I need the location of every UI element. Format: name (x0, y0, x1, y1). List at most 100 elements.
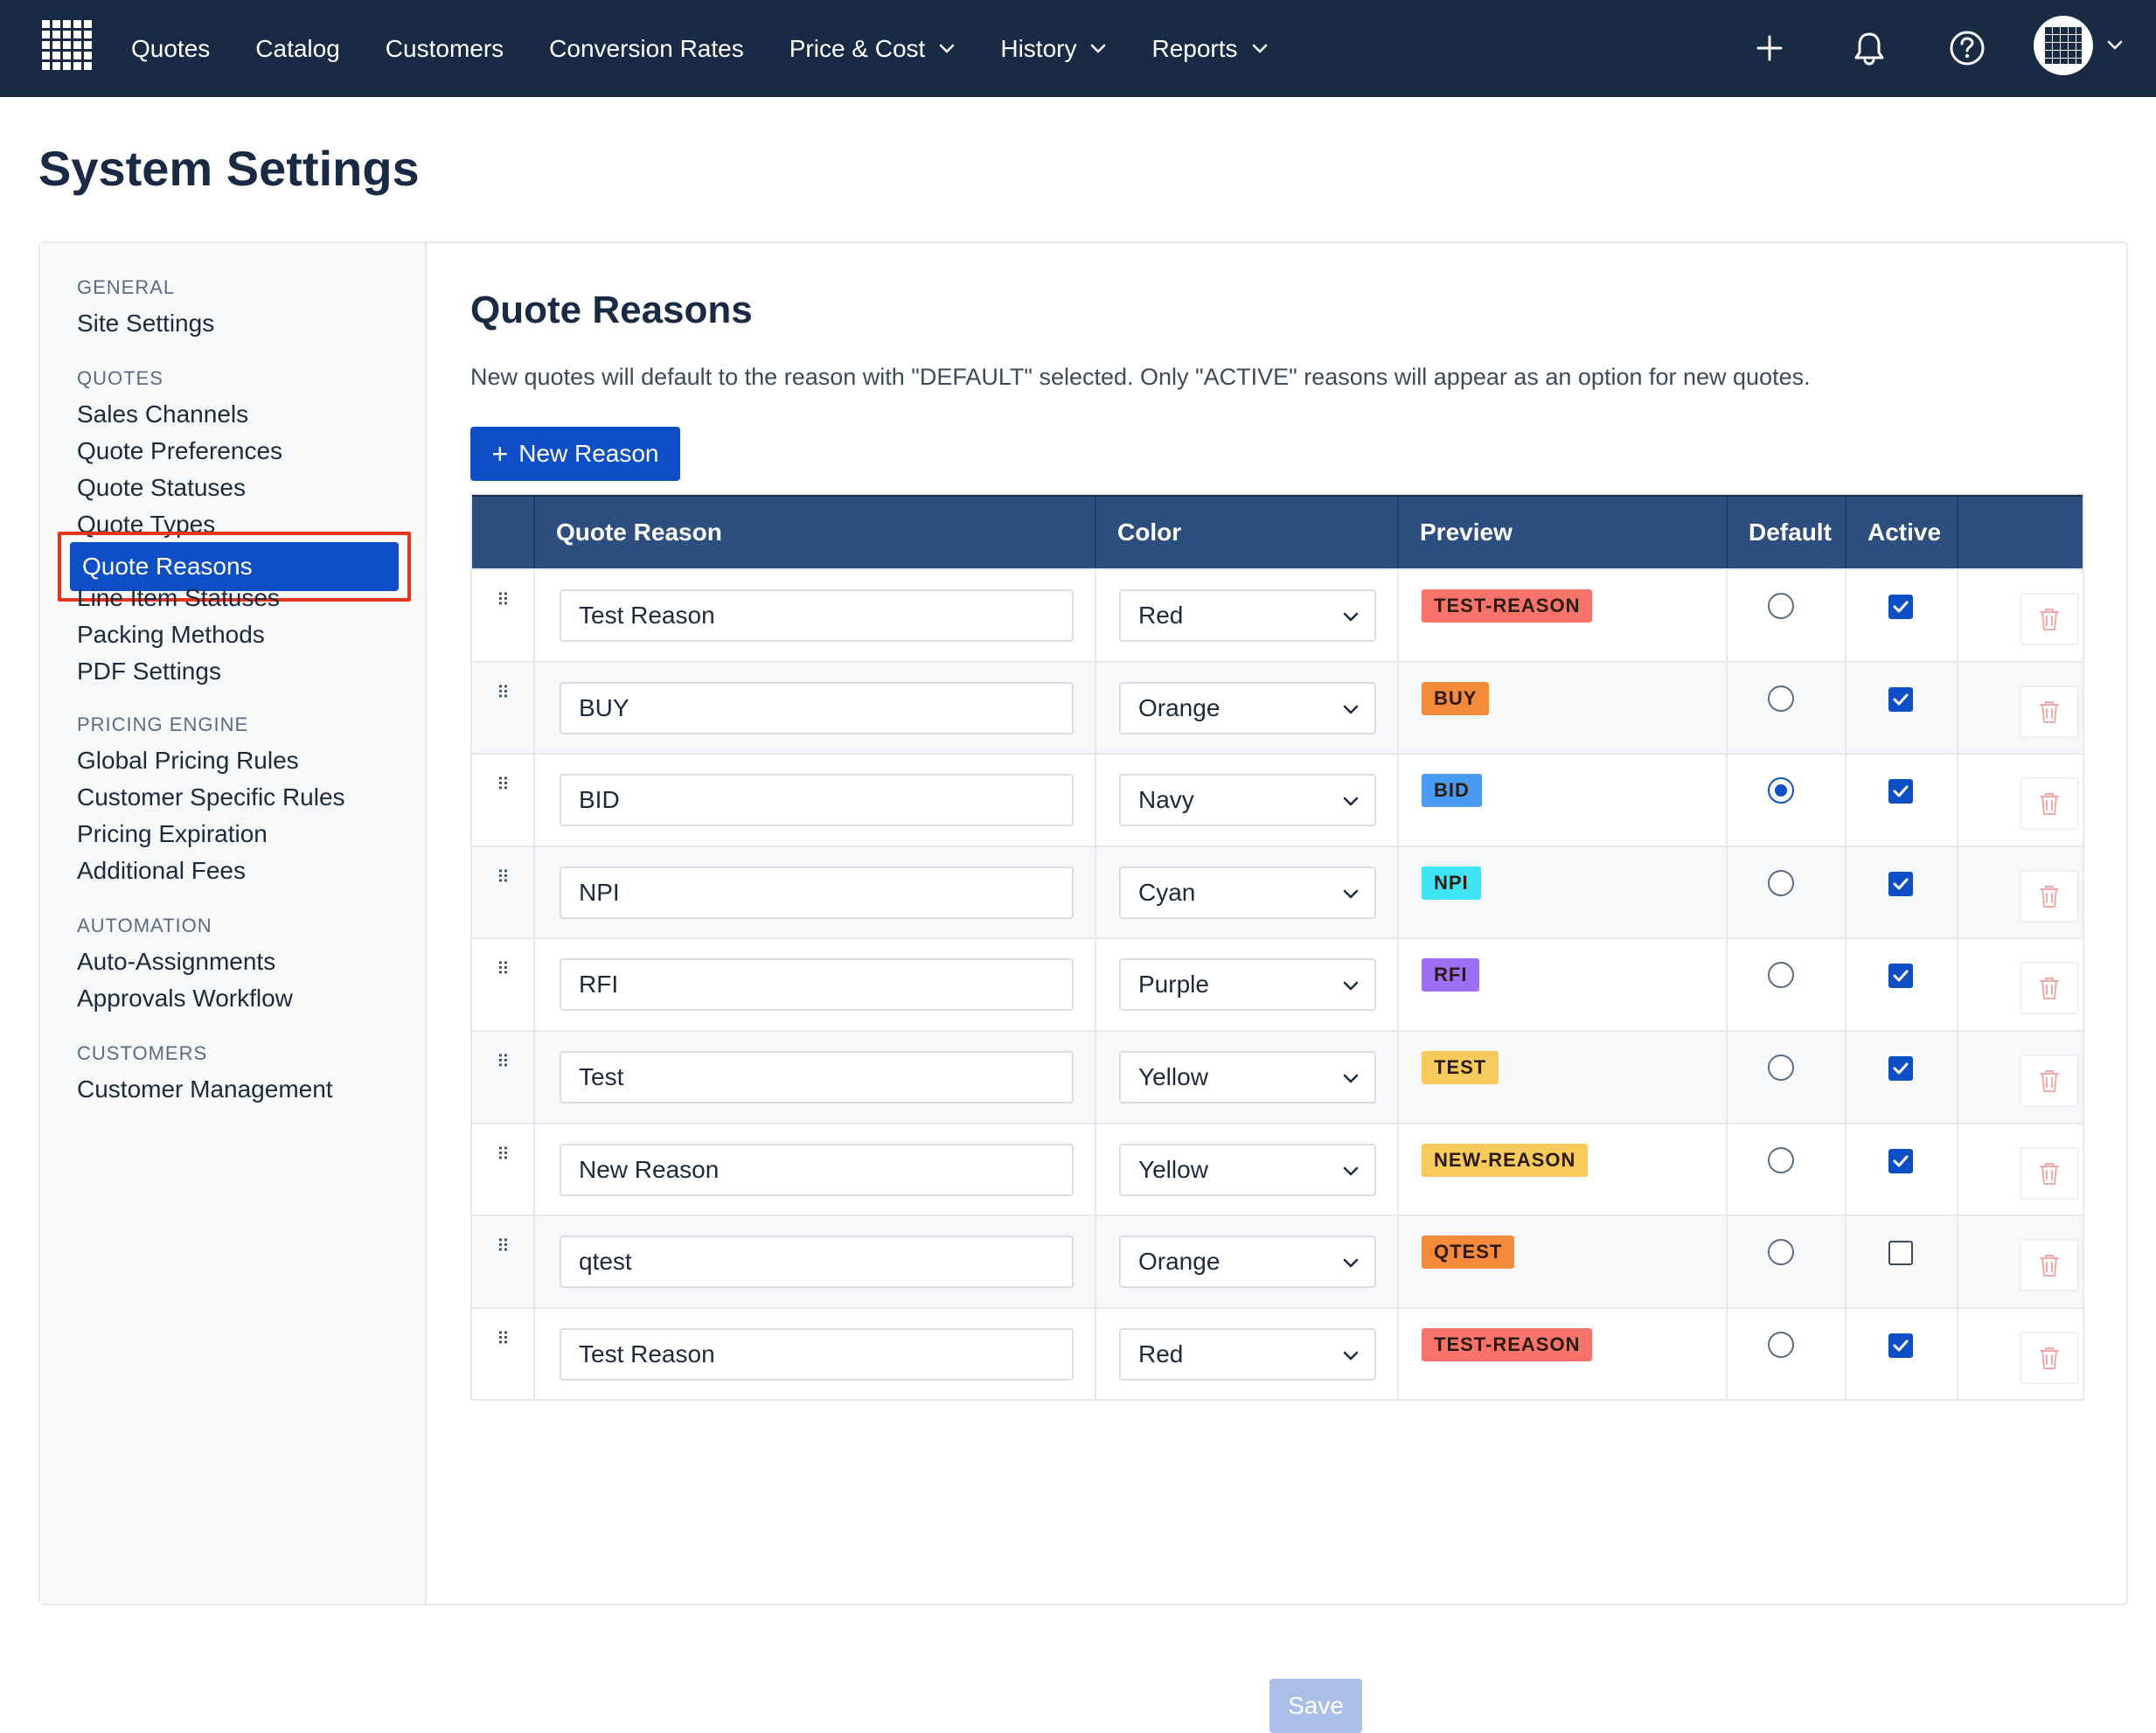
quote-reason-input[interactable]: Test Reason (560, 589, 1074, 642)
default-radio[interactable] (1768, 685, 1794, 712)
quote-reason-input[interactable]: qtest (560, 1235, 1074, 1289)
table-row: ⠿ Test Reason Red TEST-REASON (472, 1306, 2083, 1400)
avatar[interactable] (2034, 16, 2093, 75)
quote-reason-input[interactable]: New Reason (560, 1143, 1074, 1196)
sidebar-item-sales-channels[interactable]: Sales Channels (77, 400, 248, 428)
chevron-down-icon[interactable] (2107, 40, 2123, 51)
bell-icon[interactable] (1847, 25, 1892, 71)
delete-button[interactable] (2020, 962, 2079, 1015)
chevron-down-icon (1343, 889, 1359, 899)
default-radio[interactable] (1768, 1146, 1794, 1173)
check-icon (1893, 970, 1909, 982)
active-checkbox[interactable] (1888, 1055, 1913, 1081)
color-select[interactable]: Cyan (1119, 866, 1376, 919)
sidebar-item-customer-management[interactable]: Customer Management (77, 1075, 333, 1103)
drag-handle-icon[interactable]: ⠿ (497, 592, 510, 609)
drag-handle-icon[interactable]: ⠿ (497, 961, 510, 978)
color-select-value: Navy (1138, 786, 1194, 814)
delete-button[interactable] (2020, 1146, 2079, 1200)
delete-button[interactable] (2020, 685, 2079, 738)
nav-item-quotes[interactable]: Quotes (131, 35, 210, 63)
drag-handle-icon[interactable]: ⠿ (497, 685, 510, 702)
table-row: ⠿ RFI Purple RFI (472, 937, 2083, 1030)
table-row: ⠿ BUY Orange BUY (472, 660, 2083, 754)
sidebar-item-customer-specific-rules[interactable]: Customer Specific Rules (77, 783, 345, 811)
color-select-value: Cyan (1138, 878, 1196, 906)
save-button[interactable]: Save (1269, 1679, 1362, 1733)
color-select-value: Red (1138, 1340, 1184, 1368)
color-select[interactable]: Purple (1119, 958, 1376, 1012)
sidebar-item-quote-statuses[interactable]: Quote Statuses (77, 474, 246, 502)
drag-handle-icon[interactable]: ⠿ (497, 1054, 510, 1071)
default-radio[interactable] (1768, 962, 1794, 989)
nav-item-price-cost[interactable]: Price & Cost (789, 35, 956, 63)
nav-item-catalog[interactable]: Catalog (255, 35, 340, 63)
main-menu: Quotes Catalog Customers Conversion Rates Pr… (131, 0, 1313, 97)
delete-button[interactable] (2020, 1331, 2079, 1384)
active-checkbox[interactable] (1888, 686, 1913, 712)
drag-handle-icon[interactable]: ⠿ (497, 1146, 510, 1164)
quote-reason-input[interactable]: BID (560, 774, 1074, 827)
default-radio[interactable] (1768, 1239, 1794, 1266)
sidebar-item-approvals-workflow[interactable]: Approvals Workflow (77, 985, 293, 1013)
quote-reason-input[interactable]: BUY (560, 681, 1074, 734)
color-select[interactable]: Orange (1119, 1235, 1376, 1289)
color-select[interactable]: Yellow (1119, 1143, 1376, 1196)
drag-handle-icon[interactable]: ⠿ (497, 776, 510, 794)
plus-icon[interactable] (1747, 25, 1792, 71)
active-checkbox[interactable] (1888, 779, 1913, 804)
sidebar-item-auto-assignments[interactable]: Auto-Assignments (77, 948, 275, 976)
active-checkbox[interactable] (1888, 1333, 1913, 1358)
quote-reason-input[interactable]: NPI (560, 866, 1074, 919)
new-reason-button[interactable]: + New Reason (470, 427, 680, 481)
sidebar-item-global-pricing-rules[interactable]: Global Pricing Rules (77, 747, 299, 775)
drag-handle-icon[interactable]: ⠿ (497, 869, 510, 887)
drag-handle-icon[interactable]: ⠿ (497, 1238, 510, 1256)
trash-icon (2040, 609, 2059, 630)
color-select[interactable]: Yellow (1119, 1050, 1376, 1103)
sidebar-item-additional-fees[interactable]: Additional Fees (77, 857, 246, 885)
default-radio[interactable] (1768, 1054, 1794, 1081)
nav-item-history[interactable]: History (1000, 35, 1106, 63)
delete-button[interactable] (2020, 1054, 2079, 1107)
table-header: Quote Reason Color Preview Default Activ… (472, 495, 2083, 568)
help-icon[interactable] (1944, 25, 1990, 71)
sidebar-section-title: CUSTOMERS (77, 1042, 208, 1064)
color-select[interactable]: Navy (1119, 774, 1376, 827)
sidebar-item-pricing-expiration[interactable]: Pricing Expiration (77, 820, 268, 848)
nav-item-reports[interactable]: Reports (1151, 35, 1267, 63)
default-radio[interactable] (1768, 1331, 1794, 1358)
quote-reason-input[interactable]: RFI (560, 958, 1074, 1012)
nav-item-customers[interactable]: Customers (386, 35, 504, 63)
table-row: ⠿ New Reason Yellow NEW-REASON (472, 1122, 2083, 1215)
default-radio[interactable] (1768, 777, 1794, 804)
table-row: ⠿ Test Yellow TEST (472, 1029, 2083, 1123)
quote-reason-input[interactable]: Test (560, 1050, 1074, 1103)
quote-reason-input[interactable]: Test Reason (560, 1327, 1074, 1381)
column-header-drag (472, 497, 535, 568)
delete-button[interactable] (2020, 777, 2079, 831)
nav-item-conversion-rates[interactable]: Conversion Rates (549, 35, 744, 63)
active-checkbox[interactable] (1888, 871, 1913, 896)
delete-button[interactable] (2020, 869, 2079, 922)
delete-button[interactable] (2020, 593, 2079, 645)
default-radio[interactable] (1768, 593, 1794, 619)
active-checkbox[interactable] (1888, 964, 1913, 989)
active-checkbox[interactable] (1888, 595, 1913, 619)
active-checkbox[interactable] (1888, 1148, 1913, 1173)
sidebar-item-line-item-statuses[interactable]: Line Item Statuses (77, 584, 280, 612)
color-select[interactable]: Red (1119, 589, 1376, 642)
drag-handle-icon[interactable]: ⠿ (497, 1331, 510, 1348)
default-radio[interactable] (1768, 869, 1794, 896)
trash-icon (2040, 885, 2059, 908)
sidebar-item-pdf-settings[interactable]: PDF Settings (77, 658, 221, 686)
color-select[interactable]: Red (1119, 1327, 1376, 1381)
sidebar-item-site-settings[interactable]: Site Settings (77, 310, 214, 338)
delete-button[interactable] (2020, 1239, 2079, 1292)
sidebar-item-packing-methods[interactable]: Packing Methods (77, 621, 265, 649)
sidebar-item-quote-preferences[interactable]: Quote Preferences (77, 437, 282, 465)
color-select[interactable]: Orange (1119, 681, 1376, 734)
app-logo-icon[interactable] (38, 17, 94, 73)
active-checkbox[interactable] (1888, 1241, 1913, 1266)
sidebar-section-title: QUOTES (77, 367, 163, 389)
